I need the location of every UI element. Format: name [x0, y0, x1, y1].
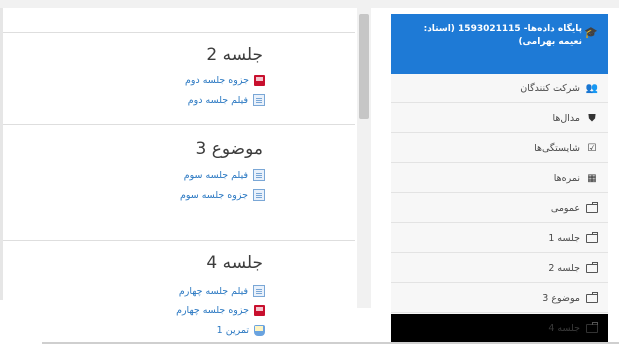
top-frame [0, 0, 619, 8]
section-title[interactable]: جلسه 2 [206, 45, 263, 65]
nav-item-label: شرکت کنندگان [520, 82, 580, 94]
activity-item[interactable]: جزوه جلسه سوم [180, 189, 265, 201]
nav-item-session-1[interactable]: جلسه 1 [391, 224, 608, 253]
nav-item-label: عمومی [550, 202, 580, 214]
nav-item-general[interactable]: عمومی [391, 194, 608, 223]
folder-icon [586, 321, 598, 333]
badge-icon: ⛊ [588, 112, 596, 124]
section-title[interactable]: موضوع 3 [196, 139, 263, 159]
activity-item[interactable]: فیلم جلسه دوم [188, 94, 265, 106]
nav-item-competencies[interactable]: ☑ شایستگی‌ها [391, 134, 608, 163]
course-section-3: موضوع 3 فیلم جلسه سوم جزوه جلسه سوم [3, 124, 355, 221]
nav-item-participants[interactable]: 👥 شرکت کنندگان [391, 74, 608, 103]
nav-item-badges[interactable]: ⛊ مدال‌ها [391, 104, 608, 133]
activity-label[interactable]: فیلم جلسه دوم [188, 95, 248, 106]
nav-item-session-2[interactable]: جلسه 2 [391, 254, 608, 283]
file-icon [253, 189, 265, 201]
course-title[interactable]: پایگاه داده‌ها- 1593021115 (استاد: نعیمه… [412, 23, 582, 49]
pdf-icon [254, 305, 265, 316]
corner-mask [0, 300, 42, 344]
nav-item-label: نمره‌ها [553, 172, 580, 184]
nav-item-topic-3[interactable]: موضوع 3 [391, 284, 608, 313]
section-title[interactable]: جلسه 4 [206, 253, 263, 273]
nav-item-label: جلسه 4 [548, 322, 580, 334]
activity-item[interactable]: فیلم جلسه چهارم [179, 285, 265, 297]
file-icon [253, 169, 265, 181]
bottom-frame [0, 344, 619, 354]
activity-item[interactable]: جزوه جلسه دوم [185, 75, 265, 86]
pdf-icon [254, 75, 265, 86]
nav-item-label: جلسه 1 [548, 232, 580, 244]
checkbox-icon: ☑ [587, 142, 597, 154]
nav-drawer: 🎓 پایگاه داده‌ها- 1593021115 (استاد: نعی… [391, 14, 608, 342]
nav-item-label: موضوع 3 [542, 292, 580, 304]
assignment-icon [254, 325, 265, 336]
course-section-4: جلسه 4 فیلم جلسه چهارم جزوه جلسه چهارم ت… [3, 240, 355, 343]
activity-item[interactable]: تمرین 1 [217, 325, 265, 336]
nav-item-label: مدال‌ها [552, 112, 580, 124]
activity-label[interactable]: تمرین 1 [217, 325, 249, 336]
activity-label[interactable]: فیلم جلسه چهارم [179, 286, 248, 297]
grades-icon: ▦ [587, 172, 597, 184]
right-gutter [608, 8, 619, 344]
activity-label[interactable]: جزوه جلسه سوم [180, 190, 248, 201]
nav-course-header[interactable]: 🎓 پایگاه داده‌ها- 1593021115 (استاد: نعی… [391, 14, 608, 74]
course-content: جلسه 2 جزوه جلسه دوم فیلم جلسه دوم موضوع… [3, 8, 355, 342]
activity-label[interactable]: جزوه جلسه دوم [185, 75, 249, 86]
folder-icon [586, 261, 598, 273]
nav-item-label: جلسه 2 [548, 262, 580, 274]
nav-item-grades[interactable]: ▦ نمره‌ها [391, 164, 608, 193]
folder-icon [586, 291, 598, 303]
folder-icon [586, 201, 598, 213]
graduation-cap-icon: 🎓 [584, 26, 598, 39]
course-section-2: جلسه 2 جزوه جلسه دوم فیلم جلسه دوم [3, 32, 355, 125]
activity-label[interactable]: فیلم جلسه سوم [184, 170, 248, 181]
activity-label[interactable]: جزوه جلسه چهارم [176, 305, 249, 316]
activity-item[interactable]: فیلم جلسه سوم [184, 169, 265, 181]
activity-item[interactable]: جزوه جلسه چهارم [176, 305, 265, 316]
file-icon [253, 285, 265, 297]
nav-item-session-4[interactable]: جلسه 4 [391, 314, 608, 342]
nav-item-label: شایستگی‌ها [534, 142, 580, 154]
folder-icon [586, 231, 598, 243]
scrollbar-thumb[interactable] [359, 14, 369, 119]
file-icon [253, 94, 265, 106]
users-icon: 👥 [585, 82, 598, 94]
